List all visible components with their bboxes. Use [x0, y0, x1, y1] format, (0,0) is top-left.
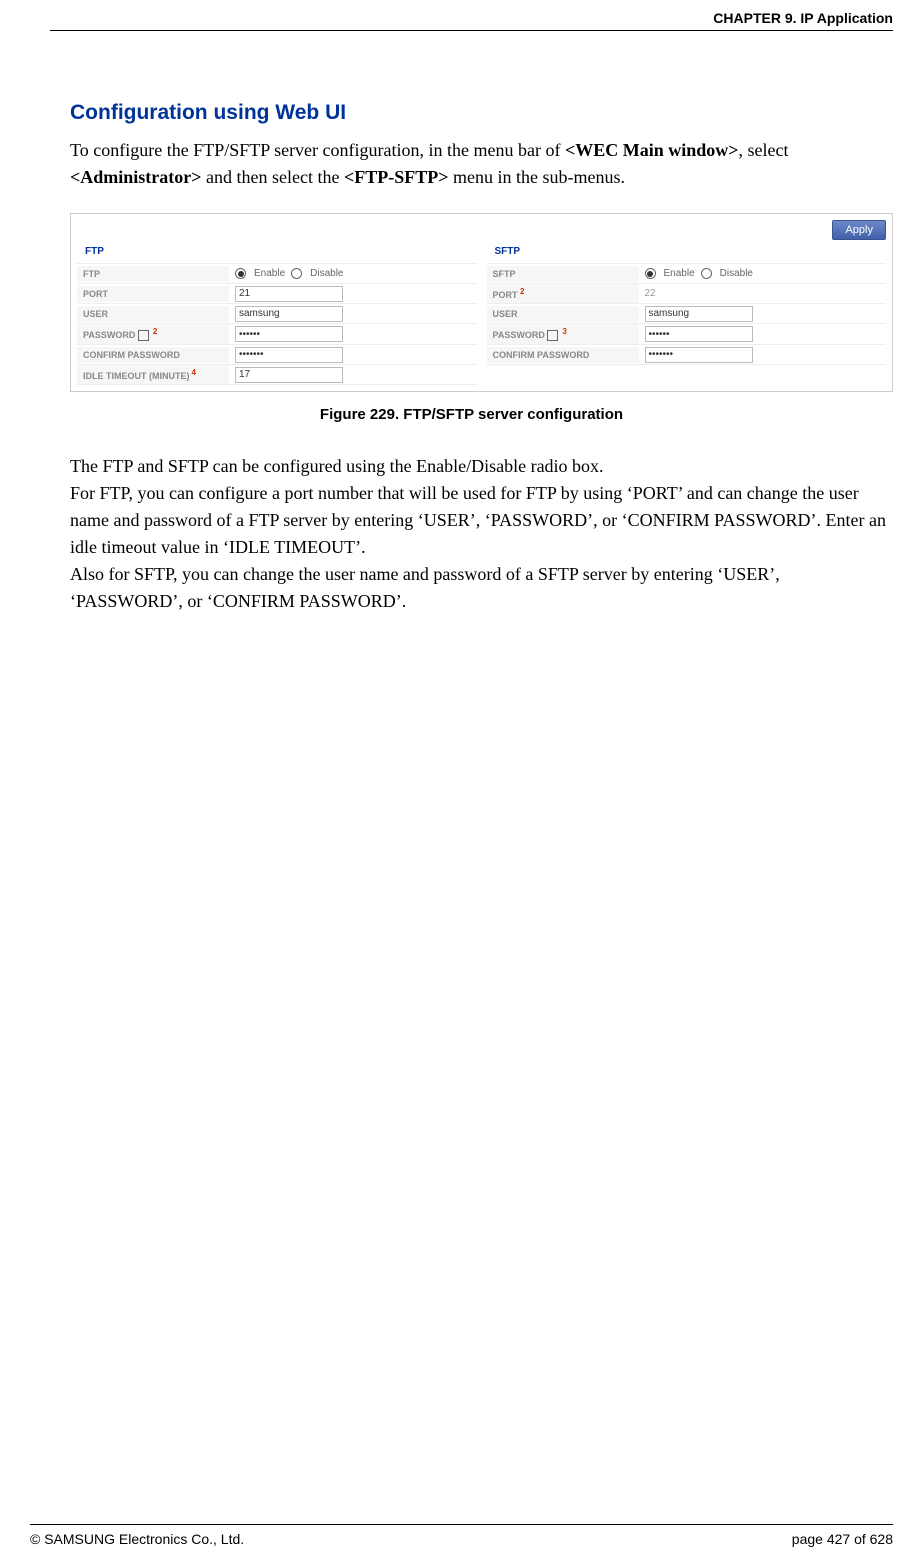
- label-text: IDLE TIMEOUT (MINUTE): [83, 371, 190, 381]
- ftp-disable-radio[interactable]: [291, 268, 302, 279]
- sftp-panel-title: SFTP: [495, 246, 521, 257]
- ftp-user-label: USER: [77, 306, 229, 322]
- page-footer: © SAMSUNG Electronics Co., Ltd. page 427…: [30, 1524, 893, 1547]
- apply-button[interactable]: Apply: [832, 220, 886, 240]
- sftp-port-value: 22: [645, 288, 656, 299]
- label-text: PASSWORD: [83, 330, 135, 340]
- sftp-confirm-label: CONFIRM PASSWORD: [487, 347, 639, 363]
- sftp-enable-label: SFTP: [487, 266, 639, 282]
- sftp-password-label: PASSWORD 3: [487, 324, 639, 344]
- ftp-panel-title: FTP: [85, 246, 104, 257]
- enable-text: Enable: [254, 268, 285, 279]
- wec-main-window-ref: <WEC Main window>: [565, 140, 739, 160]
- sftp-password-input[interactable]: [645, 326, 753, 342]
- enable-text: Enable: [664, 268, 695, 279]
- ftp-user-input[interactable]: [235, 306, 343, 322]
- ftp-password-input[interactable]: [235, 326, 343, 342]
- ftp-confirm-label: CONFIRM PASSWORD: [77, 347, 229, 363]
- label-text: PORT: [493, 290, 518, 300]
- sftp-panel: SFTP SFTP Enable Disable PORT 2 22 USER: [487, 246, 887, 385]
- ftp-password-check[interactable]: [138, 330, 149, 341]
- disable-text: Disable: [720, 268, 753, 279]
- footnote-3: 3: [562, 327, 566, 336]
- sftp-confirm-input[interactable]: [645, 347, 753, 363]
- ftp-password-label: PASSWORD 2: [77, 324, 229, 344]
- figure-caption: Figure 229. FTP/SFTP server configuratio…: [50, 406, 893, 423]
- ftp-confirm-input[interactable]: [235, 347, 343, 363]
- intro-text: menu in the sub-menus.: [448, 167, 624, 187]
- ftp-enable-radio[interactable]: [235, 268, 246, 279]
- ftp-panel: FTP FTP Enable Disable PORT USER: [77, 246, 477, 385]
- section-title: Configuration using Web UI: [70, 101, 893, 125]
- footnote-2b: 2: [520, 287, 524, 296]
- ftp-sftp-ref: <FTP-SFTP>: [344, 167, 449, 187]
- footnote-2: 2: [153, 327, 157, 336]
- sftp-disable-radio[interactable]: [701, 268, 712, 279]
- footnote-4: 4: [192, 368, 196, 377]
- body-paragraph-3: Also for SFTP, you can change the user n…: [70, 561, 893, 615]
- copyright-text: © SAMSUNG Electronics Co., Ltd.: [30, 1531, 244, 1547]
- ftp-port-label: PORT: [77, 286, 229, 302]
- intro-paragraph: To configure the FTP/SFTP server configu…: [70, 137, 893, 191]
- body-paragraph-1: The FTP and SFTP can be configured using…: [70, 453, 893, 480]
- intro-text: To configure the FTP/SFTP server configu…: [70, 140, 565, 160]
- sftp-port-label: PORT 2: [487, 284, 639, 303]
- disable-text: Disable: [310, 268, 343, 279]
- ftp-idle-label: IDLE TIMEOUT (MINUTE)4: [77, 365, 229, 384]
- sftp-user-label: USER: [487, 306, 639, 322]
- page-number: page 427 of 628: [792, 1531, 893, 1547]
- ftp-sftp-config-figure: Apply FTP FTP Enable Disable PORT US: [70, 213, 893, 392]
- label-text: PASSWORD: [493, 330, 545, 340]
- sftp-enable-radio[interactable]: [645, 268, 656, 279]
- administrator-ref: <Administrator>: [70, 167, 202, 187]
- ftp-enable-label: FTP: [77, 266, 229, 282]
- ftp-idle-input[interactable]: [235, 367, 343, 383]
- sftp-user-input[interactable]: [645, 306, 753, 322]
- page-header: CHAPTER 9. IP Application: [50, 10, 893, 31]
- intro-text: , select: [739, 140, 789, 160]
- intro-text: and then select the: [202, 167, 344, 187]
- body-paragraph-2: For FTP, you can configure a port number…: [70, 480, 893, 561]
- ftp-port-input[interactable]: [235, 286, 343, 302]
- sftp-password-check[interactable]: [547, 330, 558, 341]
